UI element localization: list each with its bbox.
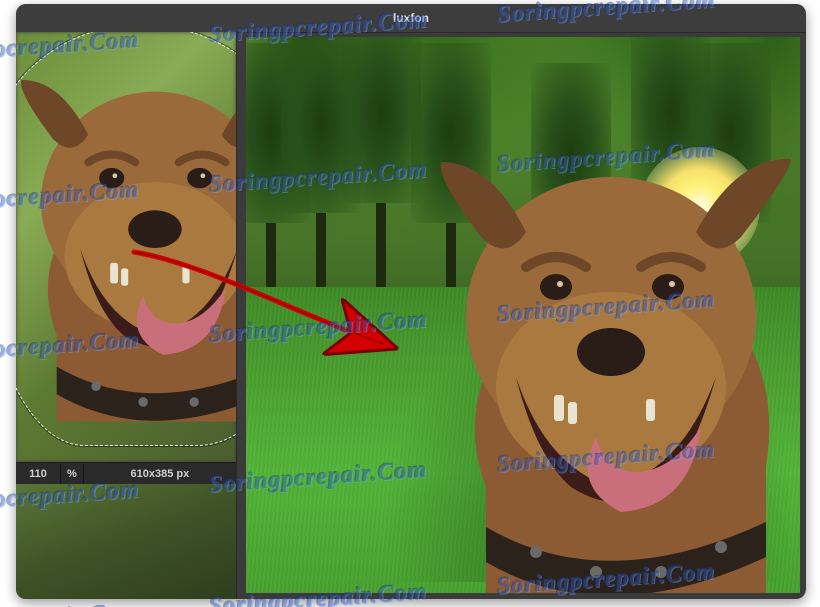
target-canvas[interactable] (246, 37, 800, 593)
zoom-unit: % (61, 464, 84, 484)
secondary-document-panel[interactable] (16, 484, 236, 599)
zoom-value[interactable]: 110 (16, 464, 61, 484)
status-bar: 110 % 610x385 px (16, 462, 236, 486)
source-document-panel: 110 % 610x385 px (16, 32, 237, 599)
secondary-document-thumbnail (16, 484, 236, 599)
window-title: luxfon (393, 11, 429, 25)
app-window: luxfon (16, 4, 806, 599)
pasted-dog-layer[interactable] (396, 127, 800, 593)
source-canvas[interactable] (16, 32, 236, 462)
canvas-dimensions: 610x385 px (84, 464, 236, 484)
target-document-panel (246, 37, 800, 593)
title-bar[interactable]: luxfon (16, 4, 806, 33)
selection-outline[interactable] (16, 32, 236, 446)
